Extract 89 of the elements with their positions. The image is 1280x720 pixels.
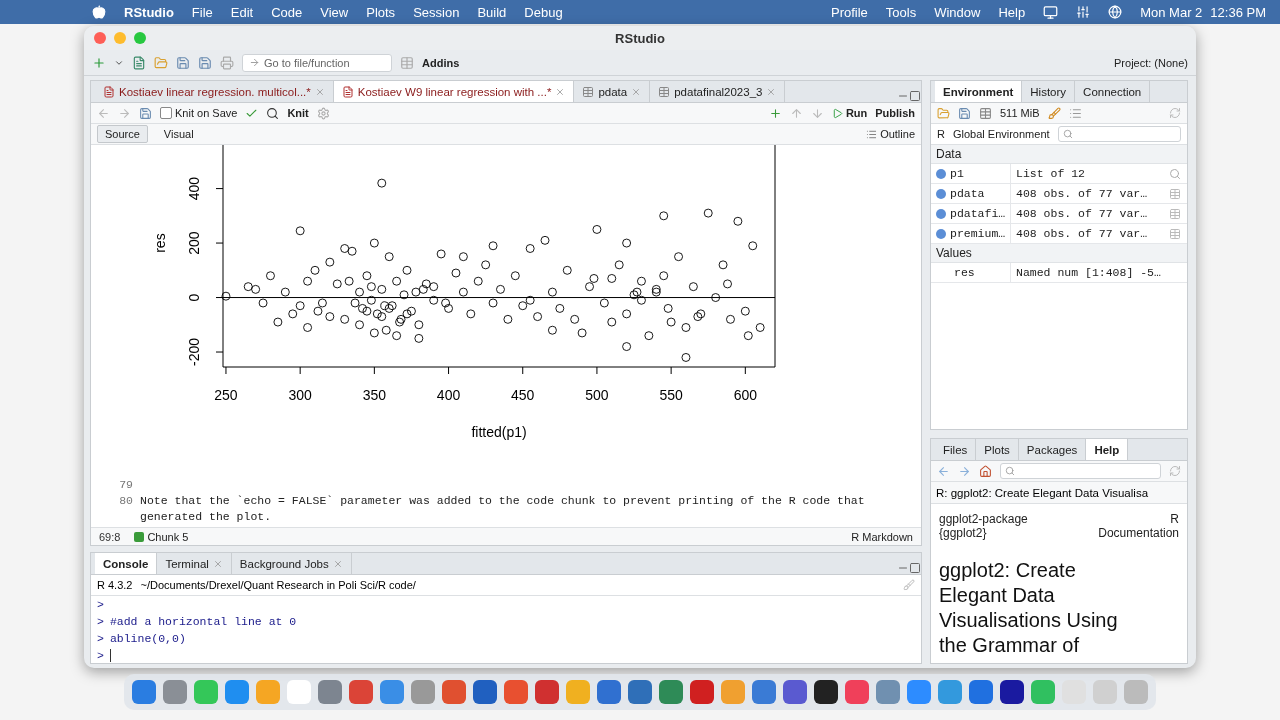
go-to-file-field[interactable]: Go to file/function (242, 53, 392, 72)
console-command: abline(0,0) (109, 631, 186, 647)
variable-value: List of 12 (1015, 167, 1086, 180)
menu-item[interactable]: Code (271, 4, 303, 20)
menubar-date[interactable]: Mon Mar 2 (1140, 4, 1203, 20)
file-type-selector[interactable]: R Markdown (851, 530, 913, 543)
line-number: 79 (118, 477, 133, 493)
x-tick: 300 (288, 366, 312, 403)
variable-name[interactable]: res (931, 263, 1011, 282)
knit-button[interactable]: Knit (287, 107, 309, 119)
x-tick-label: 550 (659, 387, 684, 403)
y-axis-label: res (152, 233, 168, 253)
knit-on-save-checkbox[interactable]: Knit on Save (160, 107, 238, 119)
cursor-position: 69:8 (99, 530, 121, 543)
section-header: Data (931, 145, 1187, 164)
project-button[interactable]: Project: (None) (1114, 56, 1188, 69)
editor-mode-tab[interactable]: Visual (155, 125, 202, 143)
variable-value: 408 obs. of 77 var… (1015, 207, 1149, 220)
console-command: #add a horizontal line at 0 (109, 614, 297, 630)
documentation-label: R Documentation (1097, 512, 1179, 540)
help-title: ggplot2: Create Elegant Data Visualisations Using the Grammar of (939, 558, 1119, 658)
working-directory: ~/Documents/Drexel/Quant Research in Poli Sci/R code/ (140, 579, 416, 591)
x-tick: 250 (214, 366, 238, 403)
help-page-name: ggplot2-package {ggplot2} (939, 512, 1029, 540)
menu-item[interactable]: Build (477, 4, 507, 20)
menu-item[interactable]: View (320, 4, 349, 20)
console-prompt: > (97, 614, 104, 630)
app-menu[interactable]: RStudio (124, 4, 174, 20)
menu-item[interactable]: Session (413, 4, 460, 20)
variable-value: Named num [1:408] -5… (1015, 266, 1162, 279)
editor-tab[interactable]: Kostiaev W9 linear regression with ...* (333, 81, 575, 102)
run-button[interactable]: Run (831, 107, 868, 119)
variable-name[interactable]: premium… (931, 224, 1011, 243)
environment-tab[interactable]: Environment (935, 81, 1023, 102)
r-version: R 4.3.2 (97, 579, 133, 591)
x-tick-label: 350 (362, 387, 387, 403)
outline-button[interactable]: Outline (866, 128, 915, 140)
menu-item[interactable]: Profile (831, 4, 868, 20)
variable-value: 408 obs. of 77 var… (1015, 227, 1149, 240)
environment-selector[interactable]: Global Environment (952, 128, 1050, 140)
x-tick-label: 250 (214, 387, 238, 403)
y-tick: 400 (186, 176, 224, 201)
line-number: 80 (118, 493, 133, 509)
x-tick: 400 (436, 366, 461, 403)
x-tick: 600 (733, 366, 757, 403)
chunk-selector[interactable]: Chunk 5 (134, 530, 189, 543)
publish-button[interactable]: Publish (875, 107, 915, 119)
menu-item[interactable]: Window (934, 4, 981, 20)
menu-item[interactable]: Edit (230, 4, 254, 20)
variable-value: 408 obs. of 77 var… (1015, 187, 1149, 200)
y-tick-label: 200 (186, 231, 202, 255)
variable-name[interactable]: p1 (931, 164, 1011, 183)
files-pane-tab[interactable]: Help (1086, 439, 1129, 460)
x-tick: 450 (511, 366, 535, 403)
y-tick-label: 0 (186, 293, 202, 302)
y-tick: -200 (186, 338, 224, 367)
menubar-clock[interactable]: 12:36 PM (1210, 4, 1266, 20)
x-tick: 350 (362, 366, 387, 403)
y-tick-label: -200 (186, 337, 202, 367)
y-tick: 200 (186, 231, 224, 255)
x-tick-label: 450 (511, 387, 535, 403)
x-tick-label: 400 (436, 387, 461, 403)
console-prompt: > (97, 631, 104, 647)
addins-button[interactable]: Addins (422, 56, 460, 69)
console-tab[interactable]: Console (95, 553, 158, 574)
section-header: Values (931, 244, 1187, 263)
editor-mode-tab[interactable]: Source (97, 125, 148, 143)
menu-item[interactable]: Help (998, 4, 1026, 20)
menu-item[interactable]: Tools (885, 4, 917, 20)
memory-usage-button[interactable]: 511 MiB (1000, 107, 1040, 119)
code-text: Note that the `echo = FALSE` parameter was added to the code chunk to prevent printing of the R code that generated the plot. (140, 493, 866, 525)
y-tick: 0 (186, 293, 224, 302)
x-axis-label: fitted(p1) (471, 424, 527, 440)
variable-name[interactable]: pdata (931, 184, 1011, 203)
x-tick-label: 600 (733, 387, 758, 403)
language-selector[interactable]: R (937, 128, 945, 140)
x-tick: 550 (659, 366, 683, 403)
x-tick-label: 300 (288, 387, 313, 403)
menu-item[interactable]: File (191, 4, 213, 20)
help-topic-selector[interactable]: R: ggplot2: Create Elegant Data Visualisa (931, 482, 1187, 504)
x-tick: 500 (585, 366, 609, 403)
x-tick-label: 500 (585, 387, 609, 403)
menu-item[interactable]: Plots (366, 4, 396, 20)
console-prompt: > (97, 648, 104, 663)
y-tick-label: 400 (186, 176, 202, 201)
variable-name[interactable]: pdatafi… (931, 204, 1011, 223)
console-prompt: > (97, 597, 104, 613)
menu-item[interactable]: Debug (524, 4, 563, 20)
window-title: RStudio (615, 30, 665, 46)
